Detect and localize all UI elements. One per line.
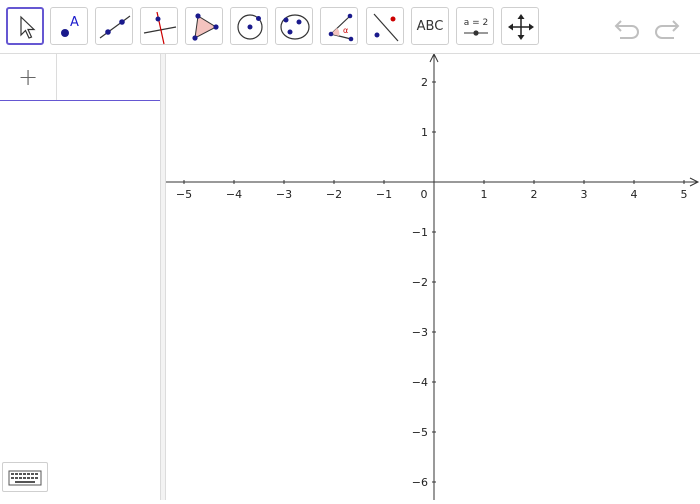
algebra-view: +: [0, 54, 160, 500]
tool-perpendicular[interactable]: [140, 7, 178, 45]
slider-icon-label: a = 2: [464, 18, 489, 28]
x-tick-label: 3: [581, 188, 588, 201]
y-tick-label: 1: [421, 126, 428, 139]
tool-slider[interactable]: a = 2: [456, 7, 494, 45]
reflect-about-line-icon: [373, 13, 399, 42]
tool-circle[interactable]: [230, 7, 268, 45]
x-tick-label: 5: [681, 188, 688, 201]
y-tick-label: −3: [412, 326, 428, 339]
tool-move[interactable]: [6, 7, 44, 45]
x-tick-label: −2: [326, 188, 342, 201]
add-item-button[interactable]: +: [0, 54, 57, 100]
angle-icon: α: [328, 13, 354, 42]
angle-icon-label: α: [343, 26, 348, 35]
perpendicular-line-icon: [143, 11, 177, 45]
point-icon: A: [61, 15, 79, 37]
algebra-input-row[interactable]: +: [0, 54, 160, 101]
redo-button[interactable]: [650, 12, 682, 42]
toolbar: A α ABC a = 2: [0, 0, 700, 54]
keyboard-button[interactable]: [2, 462, 48, 492]
tool-conic[interactable]: [275, 7, 313, 45]
keyboard-icon: [8, 470, 42, 486]
text-icon: ABC: [416, 18, 444, 34]
y-tick-label: 2: [421, 76, 428, 89]
graphics-view[interactable]: −5 −4 −3 −2 −1 0 1 2 3 4 5 2 1 −1 −2 −3 −4 −5 −6: [166, 52, 700, 500]
x-tick-label: 1: [481, 188, 488, 201]
circle-center-point-icon: [237, 14, 263, 40]
coordinate-plane[interactable]: −5 −4 −3 −2 −1 0 1 2 3 4 5 2 1 −1 −2 −3 −4 −5 −6: [166, 52, 700, 500]
polygon-icon: [192, 13, 219, 41]
arrow-cursor-icon: [20, 15, 36, 39]
move-graphics-view-icon: [508, 14, 534, 40]
line-through-points-icon: [99, 15, 131, 39]
x-tick-label: −3: [276, 188, 292, 201]
conic-icon: [280, 14, 310, 40]
redo-icon: [655, 20, 680, 39]
point-icon-label: A: [70, 15, 79, 30]
x-tick-label: −4: [226, 188, 242, 201]
tool-reflect[interactable]: [366, 7, 404, 45]
tool-polygon[interactable]: [185, 7, 223, 45]
tool-point[interactable]: A: [50, 7, 88, 45]
tool-text[interactable]: ABC: [411, 7, 449, 45]
y-tick-label: −4: [412, 376, 428, 389]
tool-line[interactable]: [95, 7, 133, 45]
x-axis-ticks: −5 −4 −3 −2 −1 0 1 2 3 4 5: [176, 180, 688, 201]
y-tick-label: −2: [412, 276, 428, 289]
y-tick-label: −5: [412, 426, 428, 439]
x-tick-label: −5: [176, 188, 192, 201]
plus-icon: +: [17, 63, 39, 91]
tool-angle[interactable]: α: [320, 7, 358, 45]
x-tick-label: −1: [376, 188, 392, 201]
y-tick-label: −1: [412, 226, 428, 239]
y-tick-label: −6: [412, 476, 428, 489]
x-tick-label: 4: [631, 188, 638, 201]
slider-icon: a = 2: [464, 18, 489, 36]
undo-icon: [614, 20, 639, 39]
x-tick-label: 0: [421, 188, 428, 201]
undo-button[interactable]: [612, 12, 644, 42]
y-axis-ticks: 2 1 −1 −2 −3 −4 −5 −6: [412, 76, 436, 489]
tool-move-graphics[interactable]: [501, 7, 539, 45]
x-tick-label: 2: [531, 188, 538, 201]
